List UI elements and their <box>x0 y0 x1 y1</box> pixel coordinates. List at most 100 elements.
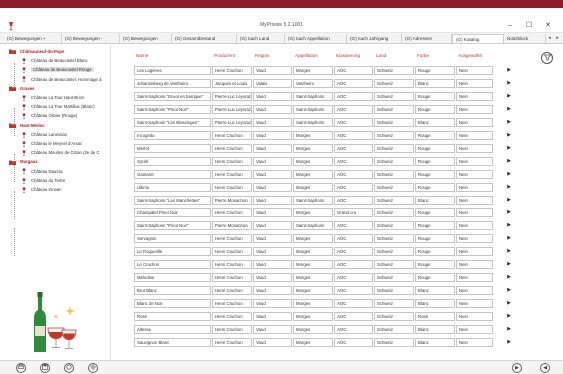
produzent-cell[interactable]: Henri Cruchon <box>212 169 252 179</box>
appellation-cell[interactable]: Morges <box>293 234 333 244</box>
land-cell[interactable]: Schweiz <box>374 66 414 75</box>
appellation-cell[interactable]: Morges <box>293 182 333 192</box>
farbe-cell[interactable]: Rouge <box>415 130 455 140</box>
ausgewaehlt-cell[interactable]: Nein <box>456 247 493 257</box>
tree-item[interactable]: Château La Tour Haut-Brion <box>21 94 84 102</box>
ausgewaehlt-cell[interactable]: Nein <box>456 221 493 231</box>
appellation-cell[interactable]: Morges <box>293 208 333 218</box>
row-open-icon[interactable]: ▶ <box>506 286 512 295</box>
produzent-cell[interactable]: Henri Cruchon <box>212 66 252 75</box>
appellation-cell[interactable]: Morges <box>293 66 333 75</box>
name-cell[interactable]: Brut Blanc <box>134 286 211 296</box>
region-cell[interactable]: Vaud <box>253 91 292 101</box>
produzent-cell[interactable]: Henri Cruchon <box>212 130 252 140</box>
region-cell[interactable]: Vaud <box>253 247 292 257</box>
appellation-cell[interactable]: Morges <box>293 337 333 347</box>
produzent-cell[interactable]: Henri Cruchon <box>212 247 252 257</box>
sync-button[interactable] <box>64 363 74 373</box>
appellation-cell[interactable]: Morges <box>293 260 333 270</box>
produzent-cell[interactable]: Pierre-Luc Leyvraz <box>212 91 252 101</box>
tab-notizblock[interactable]: Notizblock <box>504 34 546 43</box>
farbe-cell[interactable]: Rouge <box>415 156 455 166</box>
land-cell[interactable]: Schweiz <box>374 169 414 179</box>
produzent-cell[interactable]: Pierre Monachon <box>212 221 252 231</box>
ausgewaehlt-cell[interactable]: Nein <box>456 182 493 192</box>
row-open-icon[interactable]: ▶ <box>506 338 512 347</box>
ausgewaehlt-cell[interactable]: Nein <box>456 312 493 322</box>
produzent-cell[interactable]: Jacques et Louis <box>212 78 252 88</box>
ausgewaehlt-cell[interactable]: Nein <box>456 169 493 179</box>
produzent-cell[interactable]: Henri Cruchon <box>212 234 252 244</box>
land-cell[interactable]: Schweiz <box>374 130 414 140</box>
land-cell[interactable]: Schweiz <box>374 143 414 153</box>
name-cell[interactable]: Sauvignon Blanc <box>134 337 211 347</box>
farbe-cell[interactable]: Rouge <box>415 66 455 75</box>
region-cell[interactable]: Vaud <box>253 273 292 283</box>
name-cell[interactable]: Le Cruchon <box>134 260 211 270</box>
appellation-cell[interactable]: Saint-Saphorin <box>293 91 333 101</box>
ausgewaehlt-cell[interactable]: Nein <box>456 195 493 205</box>
land-cell[interactable]: Schweiz <box>374 208 414 218</box>
appellation-cell[interactable]: Morges <box>293 247 333 257</box>
klassierung-cell[interactable]: AOC <box>334 169 373 179</box>
land-cell[interactable]: Schweiz <box>374 182 414 192</box>
tree-group[interactable]: Graves <box>9 85 35 93</box>
name-cell[interactable]: Merlot <box>134 143 211 153</box>
tab-adressen[interactable]: (G) Adressen <box>402 34 452 43</box>
tree-item[interactable]: Château Lanessan <box>21 131 67 139</box>
farbe-cell[interactable]: Blanc <box>415 117 455 127</box>
ausgewaehlt-cell[interactable]: Nein <box>456 104 493 114</box>
farbe-cell[interactable]: Rouge <box>415 182 455 192</box>
farbe-cell[interactable]: Rouge <box>415 247 455 257</box>
farbe-cell[interactable]: Blanc <box>415 78 455 88</box>
land-cell[interactable]: Schweiz <box>374 104 414 114</box>
region-cell[interactable]: Vaud <box>253 182 292 192</box>
ausgewaehlt-cell[interactable]: Nein <box>456 156 493 166</box>
row-open-icon[interactable]: ▶ <box>506 79 512 88</box>
tab-nach-land[interactable]: (G) nach Land <box>237 34 285 43</box>
klassierung-cell[interactable]: AOC <box>334 337 373 347</box>
appellation-cell[interactable]: Saint-Saphorin <box>293 195 333 205</box>
tree-item[interactable]: Château Kirwan <box>21 186 62 194</box>
farbe-cell[interactable]: Rouge <box>415 273 455 283</box>
klassierung-cell[interactable]: AOC <box>334 247 373 257</box>
produzent-cell[interactable]: Henri Cruchon <box>212 286 252 296</box>
col-name-header[interactable]: Name <box>136 53 148 58</box>
tree-group[interactable]: Haut-Médoc <box>9 122 45 130</box>
klassierung-cell[interactable]: AOC <box>334 286 373 296</box>
klassierung-cell[interactable]: AOC <box>334 156 373 166</box>
tab-scroll-right-icon[interactable]: ▸ <box>554 34 561 43</box>
region-cell[interactable]: Vaud <box>253 221 292 231</box>
klassierung-cell[interactable]: AOC <box>334 78 373 88</box>
ausgewaehlt-cell[interactable]: Nein <box>456 260 493 270</box>
produzent-cell[interactable]: Henri Cruchon <box>212 156 252 166</box>
row-open-icon[interactable]: ▶ <box>506 105 512 114</box>
row-open-icon[interactable]: ▶ <box>506 273 512 282</box>
forward-button[interactable]: ▶ <box>512 363 522 373</box>
appellation-cell[interactable]: Saint-Saphorin <box>293 221 333 231</box>
name-cell[interactable]: Ultimo <box>134 182 211 192</box>
tab-gesamtbestand[interactable]: (G) Gesamtbestand <box>172 34 237 43</box>
tree-item[interactable]: Château Moulins de Citran (2e de C <box>21 149 100 157</box>
ausgewaehlt-cell[interactable]: Nein <box>456 273 493 283</box>
produzent-cell[interactable]: Pierre Monachon <box>212 195 252 205</box>
name-cell[interactable]: Saint-Saphorin "Les Manchettes" <box>134 195 211 205</box>
appellation-cell[interactable]: Saint-Saphorin <box>293 117 333 127</box>
appellation-cell[interactable]: Saint-Saphorin <box>293 104 333 114</box>
name-cell[interactable]: Mélodine <box>134 273 211 283</box>
klassierung-cell[interactable]: AOC <box>334 234 373 244</box>
col-farbe-header[interactable]: Farbe <box>417 53 429 58</box>
land-cell[interactable]: Schweiz <box>374 337 414 347</box>
tree-item[interactable]: Château du Tertre <box>21 177 65 185</box>
region-cell[interactable]: Vaud <box>253 143 292 153</box>
name-cell[interactable]: Incognito <box>134 130 211 140</box>
farbe-cell[interactable]: Blanc <box>415 337 455 347</box>
produzent-cell[interactable]: Pierre-Luc Leyvraz <box>212 104 252 114</box>
land-cell[interactable]: Schweiz <box>374 312 414 322</box>
tab-bewegungen-minus[interactable]: (G) Bewegungen - <box>62 34 120 43</box>
region-cell[interactable]: Vaud <box>253 299 292 309</box>
tab-bewegungen-plus[interactable]: (G) Bewegungen + <box>4 34 62 43</box>
farbe-cell[interactable]: Blanc <box>415 299 455 309</box>
farbe-cell[interactable]: Rouge <box>415 143 455 153</box>
farbe-cell[interactable]: Blanc <box>415 195 455 205</box>
